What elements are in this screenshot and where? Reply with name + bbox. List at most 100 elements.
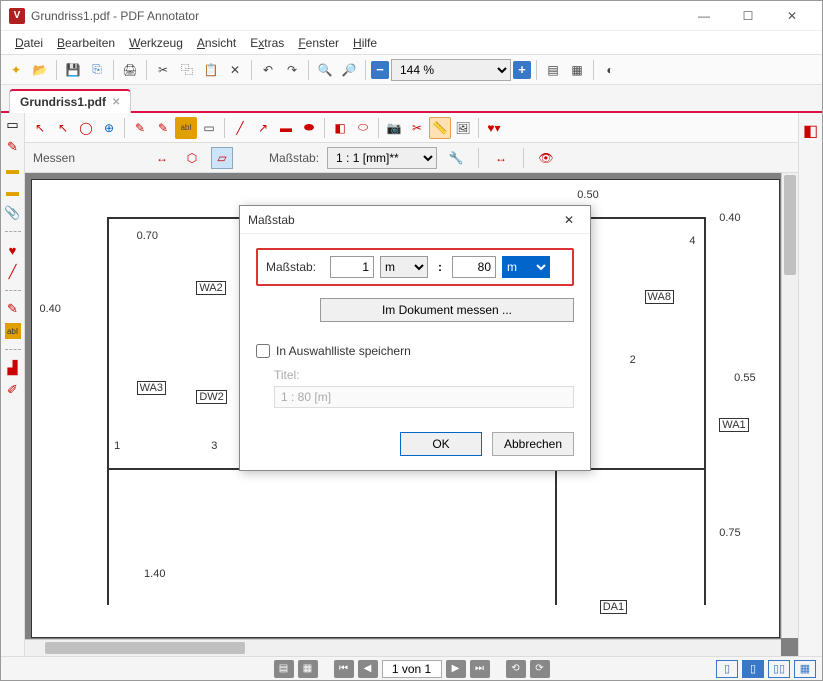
scroll-thumb[interactable] bbox=[45, 642, 245, 654]
text-tool-icon[interactable]: abI bbox=[5, 323, 21, 339]
zoom-select[interactable]: 144 % bbox=[391, 59, 511, 81]
menu-help[interactable]: Hilfe bbox=[347, 34, 383, 52]
next-page-button[interactable]: ▶ bbox=[446, 660, 466, 678]
menu-tool[interactable]: Werkzeug bbox=[123, 34, 189, 52]
paste-icon[interactable]: 📋 bbox=[200, 59, 222, 81]
minimize-button[interactable]: — bbox=[682, 2, 726, 30]
dim-label: 0.50 bbox=[577, 189, 598, 201]
cut-icon[interactable]: ✂ bbox=[152, 59, 174, 81]
tab-close-icon[interactable]: ✕ bbox=[112, 97, 120, 108]
dialog-close-button[interactable]: ✕ bbox=[556, 210, 582, 230]
page-doc-icon[interactable]: ▤ bbox=[274, 660, 294, 678]
fav-icon[interactable]: ♥▾ bbox=[483, 117, 505, 139]
cancel-button[interactable]: Abbrechen bbox=[492, 432, 574, 456]
arrow-icon[interactable]: ↗ bbox=[252, 117, 274, 139]
app-icon: V bbox=[9, 8, 25, 24]
page-icon[interactable]: ▭ bbox=[5, 117, 21, 133]
save-in-list-checkbox[interactable] bbox=[256, 344, 270, 358]
last-page-button[interactable]: ⏭ bbox=[470, 660, 490, 678]
ok-button[interactable]: OK bbox=[400, 432, 482, 456]
line-tool-icon[interactable]: ╱ bbox=[229, 117, 251, 139]
dist-icon[interactable]: ↔ bbox=[151, 147, 173, 169]
eraser-side-icon[interactable]: ◧ bbox=[803, 121, 818, 141]
stamp-icon[interactable]: ▟ bbox=[5, 360, 21, 376]
menu-extras[interactable]: Extras bbox=[244, 34, 290, 52]
scale-unit-2-select[interactable]: m bbox=[502, 256, 550, 278]
heart-icon[interactable]: ♥ bbox=[5, 242, 21, 258]
scroll-thumb[interactable] bbox=[784, 175, 796, 275]
close-button[interactable]: ✕ bbox=[770, 2, 814, 30]
pen2-icon[interactable]: ✎ bbox=[5, 301, 21, 317]
menu-file[interactable]: Datei bbox=[9, 34, 49, 52]
pen-tool-icon[interactable]: ✎ bbox=[129, 117, 151, 139]
layout-icon[interactable]: ▤ bbox=[542, 59, 564, 81]
eraser2-icon[interactable]: ⬭ bbox=[352, 117, 374, 139]
maximize-button[interactable]: ☐ bbox=[726, 2, 770, 30]
horizontal-scrollbar[interactable] bbox=[25, 639, 781, 656]
save-icon[interactable]: 💾 bbox=[62, 59, 84, 81]
view-mode-4[interactable]: ▦ bbox=[794, 660, 816, 678]
redo-icon[interactable]: ↷ bbox=[281, 59, 303, 81]
wrench-icon[interactable]: 🔧 bbox=[445, 147, 467, 169]
menu-view[interactable]: Ansicht bbox=[191, 34, 242, 52]
view-mode-1[interactable]: ▯ bbox=[716, 660, 738, 678]
menu-window[interactable]: Fenster bbox=[292, 34, 345, 52]
print-icon[interactable]: 🖨 bbox=[119, 59, 141, 81]
text-icon[interactable]: abI bbox=[175, 117, 197, 139]
measure-in-doc-button[interactable]: Im Dokument messen ... bbox=[320, 298, 574, 322]
pen-icon[interactable]: ✎ bbox=[5, 139, 21, 155]
pen3-icon[interactable]: ✐ bbox=[5, 382, 21, 398]
measure-tool-icon[interactable]: 📏 bbox=[429, 117, 451, 139]
select-icon[interactable]: ↖ bbox=[52, 117, 74, 139]
crop-icon[interactable]: ✂ bbox=[406, 117, 428, 139]
undo-icon[interactable]: ↶ bbox=[257, 59, 279, 81]
pointer-icon[interactable]: ↖ bbox=[29, 117, 51, 139]
document-tab[interactable]: Grundriss1.pdf ✕ bbox=[9, 89, 131, 113]
page-indicator[interactable] bbox=[382, 660, 442, 678]
zoom-out-button[interactable]: − bbox=[371, 61, 389, 79]
right-sidebar: ◧ bbox=[798, 113, 822, 656]
contrast-icon[interactable]: ◐ bbox=[599, 59, 621, 81]
eraser-icon[interactable]: ◧ bbox=[329, 117, 351, 139]
back-button[interactable]: ⟲ bbox=[506, 660, 526, 678]
forward-button[interactable]: ⟳ bbox=[530, 660, 550, 678]
delete-icon[interactable]: ✕ bbox=[224, 59, 246, 81]
main-toolbar: ✦ 📂 💾 ⎘ 🖨 ✂ ⿻ 📋 ✕ ↶ ↷ 🔍 🔎 − 144 % + ▤ ▦ … bbox=[1, 55, 822, 85]
scale-value-1-input[interactable] bbox=[330, 256, 374, 278]
layout2-icon[interactable]: ▦ bbox=[566, 59, 588, 81]
scale-select[interactable]: 1 : 1 [mm]** bbox=[327, 147, 437, 169]
find-next-icon[interactable]: 🔎 bbox=[338, 59, 360, 81]
image-icon[interactable]: 🖼 bbox=[452, 117, 474, 139]
zoom-in-button[interactable]: + bbox=[513, 61, 531, 79]
menu-edit[interactable]: Bearbeiten bbox=[51, 34, 121, 52]
ellipse-icon[interactable]: ⬬ bbox=[298, 117, 320, 139]
copy-icon[interactable]: ⿻ bbox=[176, 59, 198, 81]
page-plus-icon[interactable]: ▦ bbox=[298, 660, 318, 678]
vertical-scrollbar[interactable] bbox=[781, 173, 798, 638]
area-icon[interactable]: ▱ bbox=[211, 147, 233, 169]
lasso-icon[interactable]: ◯ bbox=[75, 117, 97, 139]
view-mode-3[interactable]: ▯▯ bbox=[768, 660, 790, 678]
first-page-button[interactable]: ⏮ bbox=[334, 660, 354, 678]
perim-icon[interactable]: ⬡ bbox=[181, 147, 203, 169]
scale-unit-1-select[interactable]: m bbox=[380, 256, 428, 278]
scale-value-2-input[interactable] bbox=[452, 256, 496, 278]
clip-icon[interactable]: 📎 bbox=[5, 205, 21, 221]
find-icon[interactable]: 🔍 bbox=[314, 59, 336, 81]
note2-icon[interactable]: ▬ bbox=[5, 183, 21, 199]
open-icon[interactable]: 📂 bbox=[29, 59, 51, 81]
line-icon[interactable]: ╱ bbox=[5, 264, 21, 280]
marker-icon[interactable]: ✎ bbox=[152, 117, 174, 139]
textbox-icon[interactable]: ▭ bbox=[198, 117, 220, 139]
view-mode-2[interactable]: ▯ bbox=[742, 660, 764, 678]
rect-icon[interactable]: ▬ bbox=[275, 117, 297, 139]
measure-toolbar: Messen ↔ ⬡ ▱ Maßstab: 1 : 1 [mm]** 🔧 ↔ 👁 bbox=[25, 143, 798, 173]
zoom-tool-icon[interactable]: ⊕ bbox=[98, 117, 120, 139]
note-icon[interactable]: ▬ bbox=[5, 161, 21, 177]
camera-icon[interactable]: 📷 bbox=[383, 117, 405, 139]
prev-page-button[interactable]: ◀ bbox=[358, 660, 378, 678]
visibility-icon[interactable]: 👁 bbox=[535, 147, 557, 169]
new-icon[interactable]: ✦ bbox=[5, 59, 27, 81]
saveas-icon[interactable]: ⎘ bbox=[86, 59, 108, 81]
dim-line-icon[interactable]: ↔ bbox=[490, 147, 512, 169]
